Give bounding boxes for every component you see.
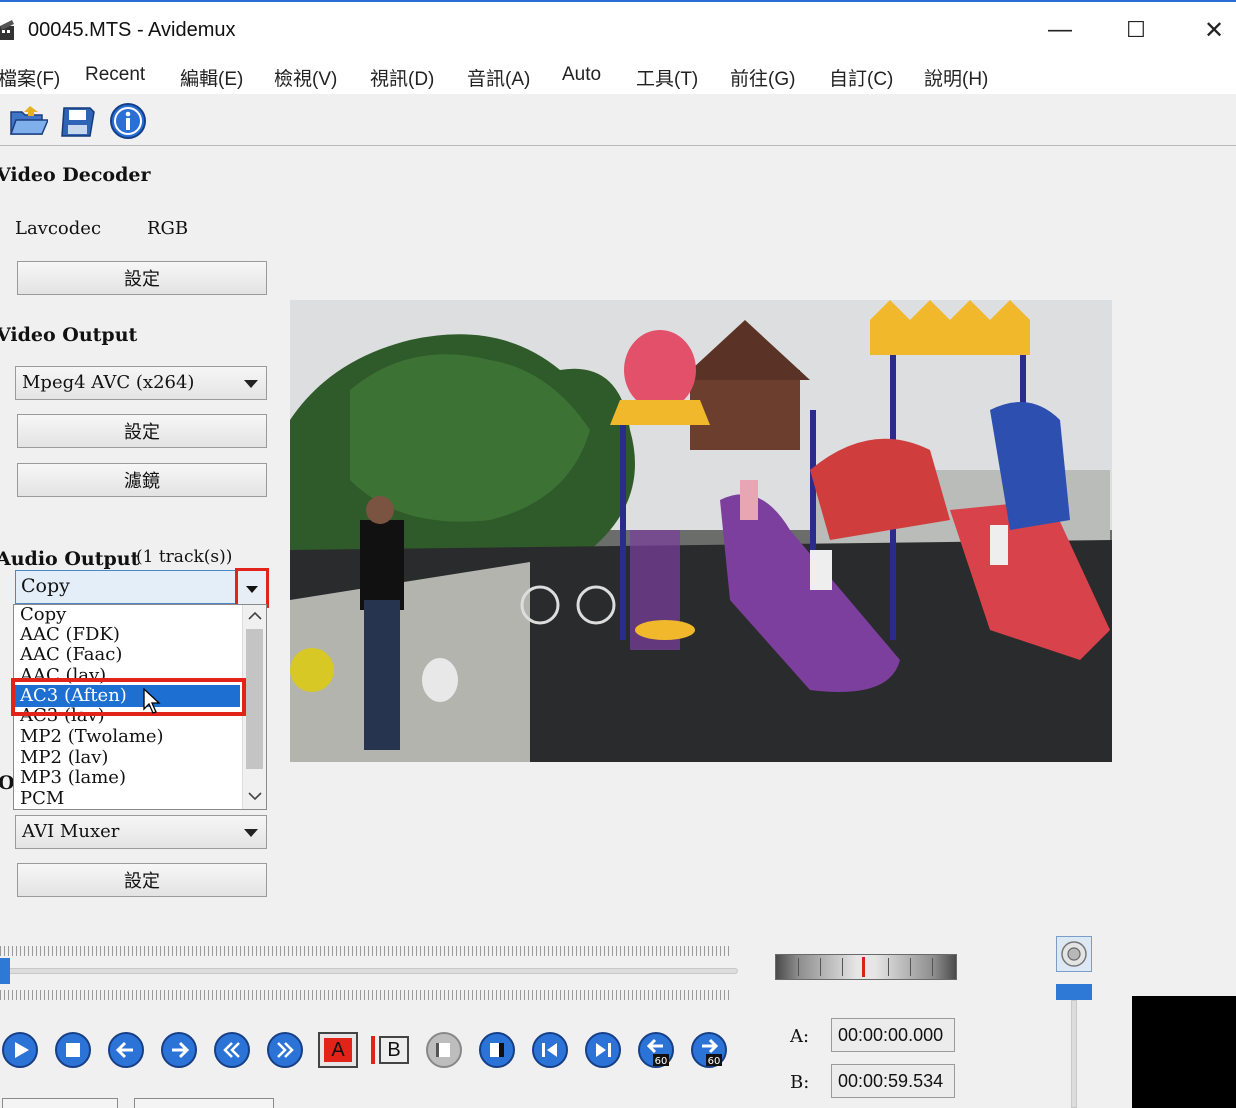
jog-groove — [888, 958, 889, 976]
volume-slider-track[interactable] — [1071, 1000, 1077, 1108]
marker-b-bar — [371, 1036, 375, 1064]
maximize-button[interactable]: ☐ — [1106, 8, 1166, 52]
menu-go[interactable]: 前往(G) — [730, 64, 795, 91]
chevron-down-icon — [244, 380, 258, 388]
list-item[interactable]: AAC (FDK) — [20, 625, 120, 645]
chevron-down-icon — [246, 586, 258, 593]
menu-tools[interactable]: 工具(T) — [636, 64, 698, 91]
next-frame-icon[interactable] — [159, 1030, 199, 1070]
timeline-cursor[interactable] — [0, 958, 10, 984]
audio-track-count: (1 track(s)) — [136, 547, 233, 567]
scroll-up-icon[interactable] — [248, 611, 262, 621]
scroll-down-icon[interactable] — [248, 791, 262, 801]
timeline-track[interactable] — [0, 968, 738, 974]
marker-a-title: A: — [790, 1026, 810, 1047]
decoder-colorspace-label: RGB — [147, 218, 189, 239]
jog-center-marker — [862, 957, 865, 977]
previous-frame-icon[interactable] — [106, 1030, 146, 1070]
marker-a-label: A — [324, 1038, 352, 1062]
timeline-ticks-top — [0, 946, 732, 956]
chevron-down-icon — [244, 829, 258, 837]
decoder-codec-label: Lavcodec — [15, 218, 102, 239]
status-field — [134, 1098, 274, 1108]
video-preview — [290, 300, 1112, 762]
previous-black-frame-icon[interactable] — [424, 1030, 464, 1070]
menu-help[interactable]: 說明(H) — [924, 64, 988, 91]
status-field — [2, 1098, 118, 1108]
list-item[interactable]: PCM — [20, 789, 64, 809]
set-marker-b-icon[interactable]: B — [371, 1032, 411, 1068]
menu-edit[interactable]: 編輯(E) — [180, 64, 243, 91]
open-folder-icon[interactable] — [8, 102, 48, 140]
minimize-button[interactable]: — — [1030, 8, 1090, 52]
video-output-combo[interactable]: Mpeg4 AVC (x264) — [15, 366, 267, 400]
stop-icon[interactable] — [53, 1030, 93, 1070]
list-item[interactable]: Copy — [20, 605, 66, 625]
jog-groove — [910, 958, 911, 976]
audio-output-combo[interactable]: Copy — [15, 568, 269, 608]
menu-auto[interactable]: Auto — [562, 64, 601, 86]
menu-audio[interactable]: 音訊(A) — [467, 64, 530, 91]
jog-groove — [842, 958, 843, 976]
menu-video[interactable]: 視訊(D) — [370, 64, 434, 91]
status-bar — [0, 1096, 720, 1108]
window-title: 00045.MTS - Avidemux — [28, 19, 236, 41]
speaker-icon — [1061, 941, 1087, 967]
title-bar: 00045.MTS - Avidemux — ☐ ✕ — [0, 2, 1236, 58]
audio-output-value: Copy — [21, 575, 70, 597]
volume-icon[interactable] — [1056, 936, 1092, 972]
go-to-first-frame-icon[interactable] — [530, 1030, 570, 1070]
marker-b-title: B: — [790, 1072, 810, 1093]
fast-forward-icon[interactable] — [265, 1030, 305, 1070]
info-icon[interactable] — [108, 102, 148, 140]
output-format-combo[interactable]: AVI Muxer — [15, 815, 267, 849]
menu-view[interactable]: 檢視(V) — [274, 64, 337, 91]
jog-groove — [820, 958, 821, 976]
jog-groove — [932, 958, 933, 976]
audio-dropdown-arrow-button[interactable] — [235, 568, 269, 608]
format-settings-button[interactable]: 設定 — [17, 863, 267, 897]
toolbar — [0, 94, 1236, 146]
list-item[interactable]: AAC (Faac) — [20, 645, 122, 665]
video-filters-button[interactable]: 濾鏡 — [17, 463, 267, 497]
mouse-cursor-icon — [143, 688, 161, 714]
volume-slider-thumb[interactable] — [1056, 984, 1092, 1000]
close-button[interactable]: ✕ — [1184, 8, 1236, 52]
selection-annotation-box — [11, 678, 246, 716]
decoder-settings-button[interactable]: 設定 — [17, 261, 267, 295]
set-marker-a-icon[interactable]: A — [318, 1032, 358, 1068]
marker-a-time: 00:00:00.000 — [831, 1018, 955, 1052]
marker-b-label: B — [379, 1036, 409, 1064]
video-decoder-title: Video Decoder — [0, 164, 151, 186]
preview-thumbnail — [1132, 996, 1236, 1108]
list-item[interactable]: MP3 (lame) — [20, 768, 126, 788]
next-black-frame-icon[interactable] — [477, 1030, 517, 1070]
menu-bar: 檔案(F) Recent 編輯(E) 檢視(V) 視訊(D) 音訊(A) Aut… — [0, 58, 1236, 94]
play-icon[interactable] — [0, 1030, 40, 1070]
go-to-last-frame-icon[interactable] — [583, 1030, 623, 1070]
video-settings-button[interactable]: 設定 — [17, 414, 267, 448]
video-output-value: Mpeg4 AVC (x264) — [22, 372, 195, 393]
avidemux-app-icon — [0, 20, 14, 40]
jog-groove — [798, 958, 799, 976]
output-format-value: AVI Muxer — [22, 821, 120, 842]
menu-file[interactable]: 檔案(F) — [0, 64, 60, 91]
forward-60s-icon[interactable]: 60 — [689, 1030, 729, 1070]
menu-custom[interactable]: 自訂(C) — [829, 64, 893, 91]
jump-forward-label: 60 — [708, 1056, 721, 1067]
marker-b-time: 00:00:59.534 — [831, 1064, 955, 1098]
timeline-ticks-bottom — [0, 990, 732, 1000]
list-item[interactable]: MP2 (lav) — [20, 748, 108, 768]
menu-recent[interactable]: Recent — [85, 64, 145, 86]
scroll-thumb[interactable] — [246, 629, 263, 769]
back-60s-icon[interactable]: 60 — [636, 1030, 676, 1070]
video-output-title: Video Output — [0, 324, 138, 346]
jump-back-label: 60 — [655, 1056, 668, 1067]
list-item[interactable]: MP2 (Twolame) — [20, 727, 164, 747]
audio-output-title: Audio Output — [0, 548, 140, 570]
timeline-slider[interactable] — [0, 940, 738, 1002]
save-disk-icon[interactable] — [58, 102, 98, 140]
jog-shuttle[interactable] — [775, 954, 957, 980]
rewind-icon[interactable] — [212, 1030, 252, 1070]
